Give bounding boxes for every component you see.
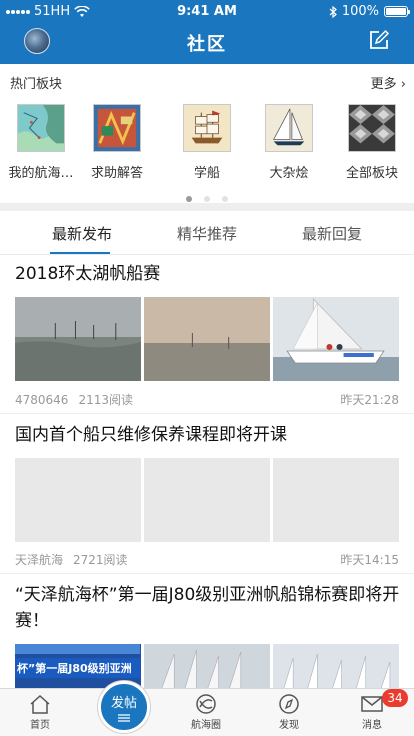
section-divider [0, 203, 414, 211]
post-images [15, 458, 399, 542]
message-count-badge: 34 [382, 689, 408, 707]
metal-gears-thumbnail [348, 104, 396, 152]
navbar: 社区 [0, 22, 414, 64]
active-tab-indicator [50, 252, 110, 254]
post-item[interactable]: 2018环太湖帆船赛 4780646 2113阅读 昨天21:28 [0, 256, 414, 414]
battery-percent: 100% [341, 4, 379, 19]
board-label: 全部板块 [345, 166, 398, 181]
post-item[interactable]: “天泽航海杯”第一届J80级别亚洲帆船锦标赛即将开赛！ 杯”第一届J80级别亚洲 [0, 574, 414, 690]
home-icon [30, 694, 50, 714]
post-icon [118, 714, 130, 722]
tabbar-label: 发现 [279, 720, 299, 731]
sailboat-masts-photo [273, 644, 399, 690]
hazy-sunset-sailboats-photo [144, 297, 270, 381]
board-all[interactable]: 全部板块 [331, 104, 413, 181]
feed-tabs: 最新发布 精华推荐 最新回复 [0, 211, 414, 255]
post-time: 昨天14:15 [340, 553, 399, 567]
mail-icon [361, 696, 383, 712]
board-my-sailing[interactable]: 我的航海… [0, 104, 82, 181]
compass-icon [279, 694, 299, 714]
tabbar-home[interactable]: 首页 [0, 693, 80, 731]
post-author: 4780646 [15, 393, 69, 407]
tabbar-label: 首页 [30, 720, 50, 731]
misty-lake-sailboats-photo [15, 297, 141, 381]
page-dot [186, 196, 192, 202]
post-title: 国内首个船只维修保养课程即将开课 [15, 425, 287, 445]
post-meta: 天泽航海 2721阅读 昨天14:15 [15, 551, 399, 568]
status-bar: 51HH 9:41 AM 100% [0, 0, 414, 22]
tabbar-label: 航海圈 [191, 720, 221, 731]
board-label: 学船 [193, 166, 220, 181]
page-dot [222, 196, 228, 202]
post-views: 2721阅读 [73, 553, 128, 567]
post-images: 杯”第一届J80级别亚洲 [15, 644, 399, 690]
hot-boards-carousel[interactable]: 我的航海… 求助解答 学船 大杂烩 全部板块 [0, 104, 414, 184]
board-label: 大杂烩 [269, 166, 309, 181]
hot-boards-title: 热门板块 [10, 77, 63, 92]
hot-boards-header: 热门板块 更多 › [0, 64, 414, 98]
page-dot [204, 196, 210, 202]
new-post-label: 发帖 [110, 696, 137, 711]
sailboat-thumbnail [265, 104, 313, 152]
nautical-chart-thumbnail [17, 104, 65, 152]
post-title: “天泽航海杯”第一届J80级别亚洲帆船锦标赛即将开赛！ [15, 585, 400, 631]
post-title: 2018环太湖帆船赛 [15, 264, 161, 284]
compose-icon[interactable] [368, 29, 390, 51]
colorful-map-thumbnail [93, 104, 141, 152]
more-link[interactable]: 更多 › [371, 73, 406, 92]
placeholder-image [144, 458, 270, 542]
post-author: 天泽航海 [15, 553, 64, 567]
tab-featured[interactable]: 精华推荐 [138, 223, 276, 244]
banner-text: 杯”第一届J80级别亚洲 [17, 662, 132, 675]
bottom-tab-bar: 首页 航海圈 发现 消息 [0, 688, 414, 736]
board-label: 我的航海… [8, 166, 74, 181]
ship-sketch-thumbnail [183, 104, 231, 152]
post-feed[interactable]: 2018环太湖帆船赛 4780646 2113阅读 昨天21:28 国内首个船只… [0, 256, 414, 690]
post-item[interactable]: 国内首个船只维修保养课程即将开课 天泽航海 2721阅读 昨天14:15 [0, 414, 414, 574]
board-learn-sailing[interactable]: 学船 [166, 104, 248, 181]
page-title: 社区 [187, 34, 227, 55]
board-label: 求助解答 [90, 166, 143, 181]
top-bar: 51HH 9:41 AM 100% 社区 [0, 0, 414, 64]
bluetooth-icon [329, 5, 337, 18]
tab-latest[interactable]: 最新发布 [13, 223, 151, 244]
board-help[interactable]: 求助解答 [76, 104, 158, 181]
board-misc[interactable]: 大杂烩 [248, 104, 330, 181]
placeholder-image [15, 458, 141, 542]
tabbar-label: 消息 [362, 720, 382, 731]
sailing-circle-icon [196, 694, 216, 714]
battery-icon [384, 6, 410, 17]
post-images [15, 297, 399, 381]
new-post-button[interactable]: 发帖 [98, 681, 150, 733]
tab-latest-replies[interactable]: 最新回复 [263, 223, 401, 244]
white-sails-fleet-photo [144, 644, 270, 690]
tabbar-sailing-circle[interactable]: 航海圈 [166, 693, 246, 731]
placeholder-image [273, 458, 399, 542]
tabbar-discover[interactable]: 发现 [249, 693, 329, 731]
racing-yacht-crew-photo [273, 297, 399, 381]
post-time: 昨天21:28 [340, 393, 399, 407]
post-meta: 4780646 2113阅读 昨天21:28 [15, 391, 399, 408]
post-views: 2113阅读 [78, 393, 133, 407]
